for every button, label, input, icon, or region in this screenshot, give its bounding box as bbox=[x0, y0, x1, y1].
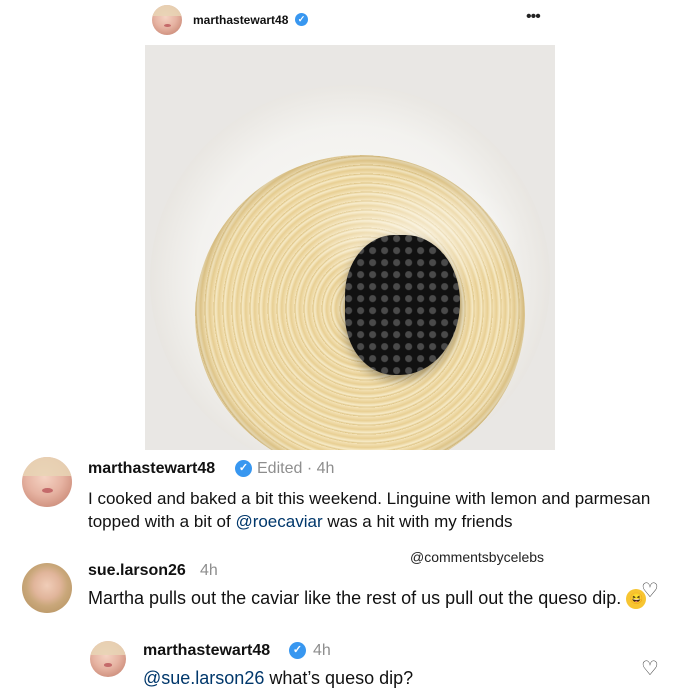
reply-avatar[interactable] bbox=[90, 641, 126, 677]
post-author-avatar[interactable] bbox=[152, 5, 182, 35]
watermark: @commentsbycelebs bbox=[410, 549, 545, 565]
pasta-image bbox=[195, 155, 525, 450]
comment-text: I cooked and baked a bit this weekend. L… bbox=[88, 489, 651, 531]
post-author-username[interactable]: marthastewart48 bbox=[193, 13, 288, 27]
caviar-image bbox=[345, 235, 460, 375]
verified-badge-icon: ✓ bbox=[235, 460, 252, 477]
comment-username[interactable]: marthastewart48 bbox=[88, 460, 215, 478]
reply-username[interactable]: marthastewart48 bbox=[143, 642, 270, 660]
post-photo[interactable] bbox=[145, 45, 555, 450]
mention-link[interactable]: @roecaviar bbox=[235, 512, 322, 531]
reply-text: @sue.larson26 what’s queso dip? bbox=[143, 668, 414, 688]
reply-meta: 4h bbox=[313, 642, 331, 659]
like-heart-icon[interactable]: ♡ bbox=[641, 656, 659, 681]
verified-badge-icon: ✓ bbox=[289, 642, 306, 659]
mention-link[interactable]: @sue.larson26 bbox=[143, 668, 264, 688]
comment-username[interactable]: sue.larson26 bbox=[88, 562, 186, 580]
more-options-icon[interactable]: ••• bbox=[526, 8, 541, 26]
post-header: marthastewart48 ✓ ••• bbox=[0, 0, 700, 40]
like-heart-icon[interactable]: ♡ bbox=[641, 578, 659, 603]
comment-avatar[interactable] bbox=[22, 457, 72, 507]
comment-text: Martha pulls out the caviar like the res… bbox=[88, 586, 648, 610]
verified-badge-icon: ✓ bbox=[295, 13, 308, 26]
plate-image bbox=[150, 85, 550, 450]
comment-meta: Edited · 4h bbox=[257, 460, 335, 477]
comment-avatar[interactable] bbox=[22, 563, 72, 613]
comment-meta: 4h bbox=[200, 562, 218, 579]
